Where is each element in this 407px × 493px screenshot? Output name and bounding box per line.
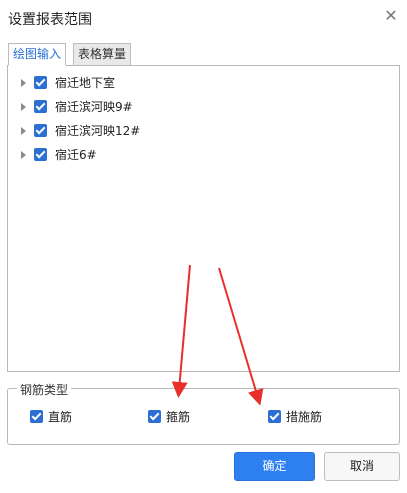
dialog-title: 设置报表范围 [8,12,92,28]
cancel-button[interactable]: 取消 [324,452,400,481]
checkbox-checked-icon[interactable] [34,76,47,89]
tree-item-label: 宿迁地下室 [55,76,116,90]
expand-arrow-icon[interactable] [21,127,26,135]
checkbox-checked-icon[interactable] [34,124,47,137]
rebar-type-legend: 钢筋类型 [17,381,72,398]
project-tree: 宿迁地下室 宿迁滨河映9# 宿迁滨河映12# 宿迁6# [7,65,400,372]
option-label: 箍筋 [166,410,191,424]
checkbox-checked-icon[interactable] [148,410,161,423]
checkbox-checked-icon[interactable] [268,410,281,423]
tree-item-label: 宿迁滨河映12# [55,124,141,138]
expand-arrow-icon[interactable] [21,151,26,159]
ok-button[interactable]: 确定 [234,452,315,481]
rebar-type-group: 钢筋类型 直筋 箍筋 措施筋 [7,381,400,445]
option-label: 措施筋 [286,410,323,424]
checkbox-checked-icon[interactable] [30,410,43,423]
tab-drawing-input[interactable]: 绘图输入 [8,43,67,66]
option-label: 直筋 [48,410,73,424]
checkbox-checked-icon[interactable] [34,100,47,113]
expand-arrow-icon[interactable] [21,103,26,111]
close-icon[interactable]: ✕ [383,8,399,24]
checkbox-checked-icon[interactable] [34,148,47,161]
expand-arrow-icon[interactable] [21,79,26,87]
tree-item-label: 宿迁6# [55,148,97,162]
tree-item-label: 宿迁滨河映9# [55,100,133,114]
tab-table-calc[interactable]: 表格算量 [73,43,132,66]
